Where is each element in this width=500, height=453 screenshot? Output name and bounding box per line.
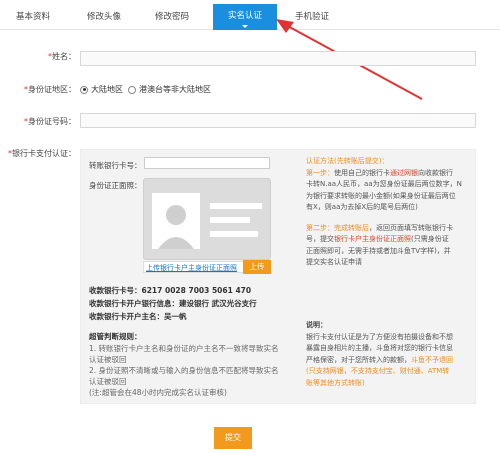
step-one-line: 为银行要求转账的最小金额(如果身份证最后两位 — [306, 191, 456, 200]
receiving-bank-info: 收款银行卡开户银行信息：建设银行 武汉光谷支行 — [89, 299, 257, 308]
id-number-input[interactable] — [80, 113, 476, 128]
name-label: *姓名： — [48, 52, 76, 61]
radio-hk-macau-taiwan[interactable] — [128, 85, 136, 94]
id-number-label: *身份证号码： — [24, 117, 76, 126]
name-input[interactable] — [80, 51, 476, 66]
id-photo-label: 身份证正面照： — [89, 181, 142, 190]
step-one-line: 卡转N.aa人民币，aa为您身份证最后两位数字，N — [306, 180, 462, 188]
note-line: 银行卡支付认证是为了方便没有拍摄设备和不想 — [306, 332, 453, 341]
rule-line: 1. 转账银行卡户主名和身份证的户主名不一致将导致实名 — [89, 344, 279, 353]
step-two-line: 提交实名认证申请 — [306, 258, 362, 266]
card-number-input[interactable] — [144, 157, 270, 169]
rule-line: 认证被驳回 — [89, 377, 127, 386]
note-line: 严格保密，对于您所转入的款额，斗鱼不予退回 — [306, 355, 453, 364]
note-line: 暴露自身相片的主播，斗鱼将对您的银行卡信息 — [306, 344, 453, 352]
rule-line: 2. 身份证照不清晰或与输入的身份信息不匹配将导致实名 — [89, 366, 279, 375]
rules-title: 超管判断规则： — [89, 332, 142, 341]
step-two-line: 正面照即可，无需手持或者加斗鱼TV字样)，并 — [306, 246, 451, 255]
review-note: (注:超管会在48小时内完成实名认证审核) — [89, 388, 227, 397]
radio-mainland[interactable] — [80, 85, 88, 94]
step-two-line: 号，提交银行卡户主身份证正面照(只需身份证 — [306, 235, 449, 243]
note-title: 说明： — [306, 321, 327, 329]
upload-button[interactable]: 上传 — [243, 260, 271, 274]
receiving-account-holder: 收款银行卡开户主名：吴一帆 — [89, 312, 187, 321]
region-options: 大陆地区 港澳台等非大陆地区 — [80, 84, 211, 95]
step-one-line: 有X，则aa为去掉X后的尾号后两位) — [306, 203, 418, 211]
region-label: *身份证地区： — [24, 85, 76, 94]
step-one: 第一步：使用自己的银行卡通过网银向收款银行 — [306, 168, 453, 177]
real-name-auth-page: 基本资料 修改头像 修改密码 实名认证 手机验证 *姓名： *身份证地区： 大陆… — [0, 0, 500, 453]
method-title: 认证方法(先转账后提交)： — [306, 157, 389, 165]
step-two: 第二步：完成转账后，返回页面填写转账银行卡 — [306, 223, 453, 232]
bank-auth-label: *银行卡支付认证： — [8, 149, 76, 158]
upload-id-photo-link[interactable]: 上传银行卡户主身份证正面照 — [146, 263, 237, 273]
bank-auth-panel: 转账银行卡号： 身份证正面照： 上传银行卡户主身份证正面照 上传 收款银行卡号：… — [80, 149, 476, 404]
radio-hk-macau-taiwan-label: 港澳台等非大陆地区 — [139, 85, 211, 94]
id-card-icon — [152, 193, 262, 249]
submit-button[interactable]: 提交 — [214, 427, 252, 449]
note-line: (只支持网银，不支持支付宝、财付通、ATM转 — [306, 367, 450, 375]
receiving-account-number: 收款银行卡号：6217 0028 7003 5061 470 — [89, 286, 252, 295]
radio-mainland-label: 大陆地区 — [91, 85, 123, 94]
id-card-placeholder[interactable] — [143, 178, 271, 260]
note-line: 账等其他方式转账) — [306, 378, 365, 387]
rule-line: 认证被驳回 — [89, 355, 127, 364]
card-number-label: 转账银行卡号： — [89, 161, 142, 170]
auth-notes: 说明： 银行卡支付认证是为了方便没有拍摄设备和不想 暴露自身相片的主播，斗鱼将对… — [306, 320, 472, 389]
auth-method-instructions: 认证方法(先转账后提交)： 第一步：使用自己的银行卡通过网银向收款银行 卡转N.… — [306, 156, 472, 269]
